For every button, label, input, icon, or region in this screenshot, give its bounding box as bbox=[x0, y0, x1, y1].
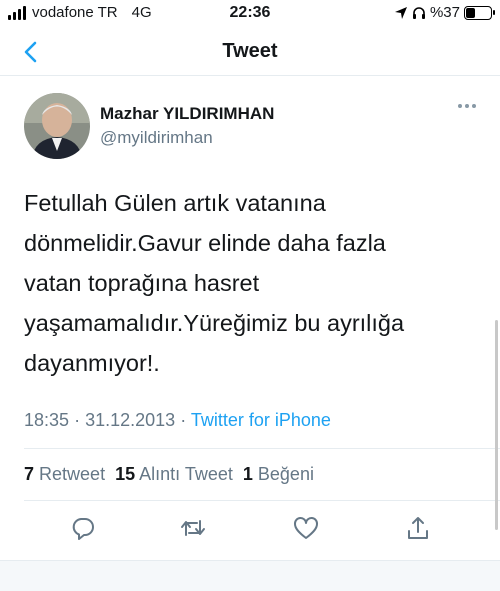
tweet-text-line: dayanmıyor!. bbox=[24, 350, 160, 376]
location-arrow-icon bbox=[394, 6, 407, 19]
page-title: Tweet bbox=[222, 40, 278, 62]
retweets-count: 7 bbox=[24, 464, 35, 484]
scrollbar[interactable] bbox=[495, 320, 498, 530]
retweets-label: Retweet bbox=[39, 464, 106, 484]
battery-level bbox=[466, 7, 475, 18]
retweet-icon[interactable] bbox=[180, 515, 206, 541]
tweet-actions bbox=[0, 515, 500, 545]
share-icon[interactable] bbox=[405, 515, 431, 541]
divider bbox=[24, 448, 500, 449]
quotes-label: Alıntı Tweet bbox=[139, 464, 233, 484]
tweet-source-link[interactable]: Twitter for iPhone bbox=[191, 410, 331, 430]
tweet-date: 31.12.2013 bbox=[85, 410, 176, 430]
battery-icon bbox=[464, 5, 495, 20]
avatar[interactable] bbox=[24, 93, 90, 159]
likes-count: 1 bbox=[242, 464, 253, 484]
tweet-text-line: dönmelidir.Gavur elinde daha fazla bbox=[24, 230, 386, 256]
headphones-icon bbox=[412, 6, 425, 19]
status-bar: vodafone TR 4G 22:36 %37 bbox=[0, 0, 500, 28]
tweet-text-line: vatan toprağına hasret bbox=[24, 270, 260, 296]
likes-stat[interactable]: 1 Beğeni bbox=[243, 464, 314, 484]
reply-area-background bbox=[0, 560, 500, 591]
battery-percent: %37 bbox=[429, 4, 460, 21]
author-name[interactable]: Mazhar YILDIRIMHAN bbox=[100, 104, 274, 124]
nav-bar: Tweet bbox=[0, 28, 500, 76]
retweets-stat[interactable]: 7 Retweet bbox=[24, 464, 105, 484]
tweet-stats: 7 Retweet 15 Alıntı Tweet 1 Beğeni bbox=[24, 464, 314, 485]
quotes-count: 15 bbox=[115, 464, 136, 484]
status-right: %37 bbox=[394, 4, 495, 21]
tweet-text-line: yaşamamalıdır.Yüreğimiz bu ayrılığa bbox=[24, 310, 405, 336]
tweet-time: 18:35 bbox=[24, 410, 70, 430]
tweet-text-line: Fetullah Gülen artık vatanına bbox=[24, 190, 326, 216]
meta-separator: · bbox=[74, 410, 81, 430]
divider bbox=[24, 500, 500, 501]
like-icon[interactable] bbox=[293, 515, 319, 541]
meta-separator: · bbox=[180, 410, 187, 430]
more-icon[interactable] bbox=[458, 104, 476, 108]
author-handle[interactable]: @myildirimhan bbox=[100, 128, 213, 148]
likes-label: Beğeni bbox=[257, 464, 314, 484]
tweet-meta: 18:35 · 31.12.2013 · Twitter for iPhone bbox=[24, 410, 331, 431]
tweet-text: Fetullah Gülen artık vatanına dönmelidir… bbox=[24, 183, 464, 383]
quotes-stat[interactable]: 15 Alıntı Tweet bbox=[115, 464, 233, 484]
reply-icon[interactable] bbox=[70, 515, 96, 541]
